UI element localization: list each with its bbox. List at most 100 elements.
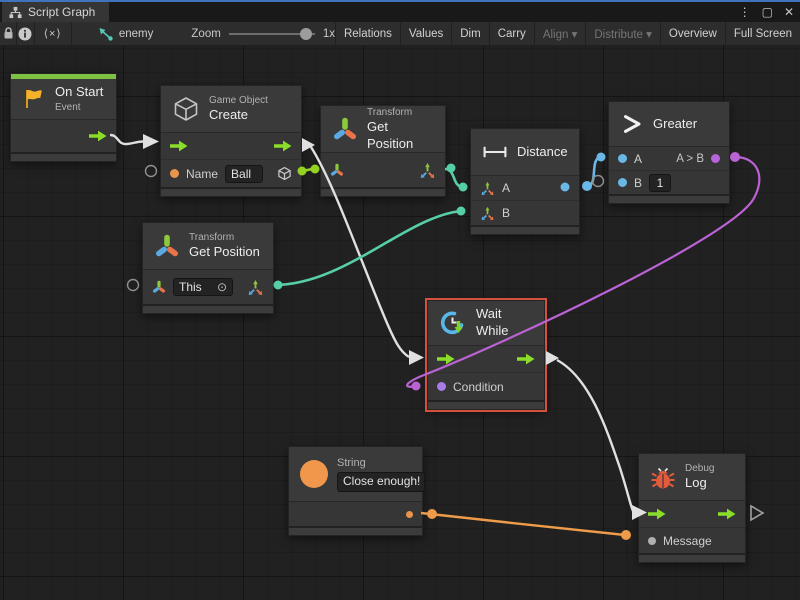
window-menu-icon[interactable]: ⋮ <box>739 4 751 20</box>
node-category: String <box>337 456 425 470</box>
window-maximize-icon[interactable]: ▢ <box>762 4 773 20</box>
node-on-start[interactable]: On Start Event <box>10 73 117 162</box>
flow-out-port[interactable] <box>718 508 736 520</box>
name-value-field[interactable]: Ball <box>225 165 263 183</box>
unconnected-port-circle-getposition-target[interactable] <box>128 280 139 291</box>
node-category: Debug <box>685 462 714 475</box>
flow-out-port[interactable] <box>517 353 535 365</box>
unconnected-flow-triangle-debuglog[interactable] <box>751 506 763 520</box>
name-input-port[interactable] <box>170 169 179 178</box>
target-value: This <box>179 280 202 294</box>
relations-button[interactable]: Relations <box>335 22 400 45</box>
port-a-label: A <box>634 152 642 166</box>
values-button[interactable]: Values <box>400 22 451 45</box>
toolbar-buttons: Relations Values Dim Carry Align ▾ Distr… <box>335 22 800 45</box>
zoom-slider-handle[interactable] <box>300 28 312 40</box>
window-close-icon[interactable]: ✕ <box>784 4 794 20</box>
code-preview-glyph: ⟨×⟩ <box>44 27 62 40</box>
node-category: Game Object <box>209 94 268 107</box>
bug-icon <box>650 464 676 490</box>
output-label: A > B <box>676 153 704 165</box>
node-get-position-top[interactable]: Transform Get Position <box>320 105 446 197</box>
vector-b-in-port[interactable] <box>480 206 495 221</box>
gameobject-out-port[interactable] <box>277 166 292 181</box>
object-picker-icon[interactable]: ⊙ <box>217 280 227 294</box>
string-out-port[interactable] <box>406 511 413 518</box>
lock-button[interactable] <box>0 22 17 45</box>
graph-canvas[interactable]: On Start Event Game Object Create <box>0 45 800 600</box>
unconnected-port-circle-create-target[interactable] <box>146 166 157 177</box>
position-out-port[interactable] <box>419 162 436 179</box>
flow-in-port[interactable] <box>170 140 188 152</box>
graph-pointer-icon <box>98 27 113 41</box>
window-controls: ⋮ ▢ ✕ <box>739 4 794 20</box>
graph-hierarchy-icon <box>9 6 22 19</box>
target-value-field[interactable]: This ⊙ <box>173 278 233 296</box>
graph-breadcrumb[interactable]: enemy <box>98 22 154 45</box>
zoom-value: 1x <box>323 28 335 40</box>
node-category: Transform <box>189 231 260 244</box>
message-in-port[interactable] <box>648 537 656 545</box>
condition-in-port[interactable] <box>437 382 446 391</box>
wire-waitwhile-to-debuglog[interactable] <box>546 351 647 520</box>
node-footer <box>321 187 445 196</box>
wire-getposition-top-to-distance-a[interactable] <box>445 164 468 192</box>
fullscreen-button[interactable]: Full Screen <box>725 22 800 45</box>
node-greater[interactable]: Greater A A > B B 1 <box>608 101 730 204</box>
info-icon <box>18 27 32 41</box>
flow-out-port[interactable] <box>89 130 107 142</box>
message-label: Message <box>663 534 712 548</box>
graph-toolbar: ⟨×⟩ enemy Zoom 1x Relations Values Dim C… <box>0 22 800 46</box>
flow-in-port[interactable] <box>437 353 455 365</box>
transform-in-port[interactable] <box>152 280 166 294</box>
b-value-field[interactable]: 1 <box>649 174 671 192</box>
node-string[interactable]: String Close enough! <box>288 446 423 536</box>
transform-icon <box>332 116 358 142</box>
distribute-dropdown[interactable]: Distribute ▾ <box>585 22 660 45</box>
lock-icon <box>3 27 14 40</box>
wire-getposition-bottom-to-distance-b[interactable] <box>274 207 466 290</box>
transform-in-port[interactable] <box>330 163 344 177</box>
info-button[interactable] <box>17 22 34 45</box>
node-footer <box>289 526 422 535</box>
align-dropdown[interactable]: Align ▾ <box>534 22 586 45</box>
node-footer <box>471 225 579 234</box>
node-title: Distance <box>517 144 568 161</box>
overview-button[interactable]: Overview <box>660 22 725 45</box>
bool-out-port[interactable] <box>711 154 720 163</box>
condition-label: Condition <box>453 380 504 394</box>
b-in-port[interactable] <box>618 178 627 187</box>
node-title: Greater <box>653 116 697 133</box>
node-wait-while[interactable]: Wait While Condition <box>427 300 545 410</box>
graph-name: enemy <box>119 28 154 40</box>
carry-button[interactable]: Carry <box>489 22 534 45</box>
unconnected-port-circle-greater-b[interactable] <box>593 176 604 187</box>
tab-script-graph[interactable]: Script Graph <box>2 2 109 22</box>
flow-out-port[interactable] <box>274 140 292 152</box>
wire-string-to-message[interactable] <box>421 509 631 540</box>
node-debug-log[interactable]: Debug Log Message <box>638 453 746 563</box>
flow-in-port[interactable] <box>648 508 666 520</box>
transform-icon <box>154 233 180 259</box>
tab-title: Script Graph <box>28 5 95 19</box>
node-distance[interactable]: Distance A B <box>470 128 580 235</box>
vector-a-in-port[interactable] <box>480 181 495 196</box>
node-footer <box>11 152 116 161</box>
zoom-slider[interactable] <box>229 28 315 40</box>
distance-icon <box>482 144 508 160</box>
zoom-label: Zoom <box>191 28 220 40</box>
code-preview-button[interactable]: ⟨×⟩ <box>35 22 72 45</box>
node-footer <box>639 553 745 562</box>
node-get-position-bottom[interactable]: Transform Get Position This ⊙ <box>142 222 274 314</box>
node-title: Create <box>209 107 268 124</box>
cube-icon <box>172 95 200 123</box>
port-a-label: A <box>502 181 510 195</box>
string-value-field[interactable]: Close enough! <box>337 472 425 492</box>
wire-onstart-to-create[interactable] <box>110 134 159 149</box>
zoom-control: Zoom 1x <box>191 22 335 45</box>
node-create[interactable]: Game Object Create Name Ball <box>160 85 302 197</box>
a-in-port[interactable] <box>618 154 627 163</box>
position-out-port[interactable] <box>247 279 264 296</box>
dim-button[interactable]: Dim <box>451 22 488 45</box>
node-footer <box>609 194 729 203</box>
